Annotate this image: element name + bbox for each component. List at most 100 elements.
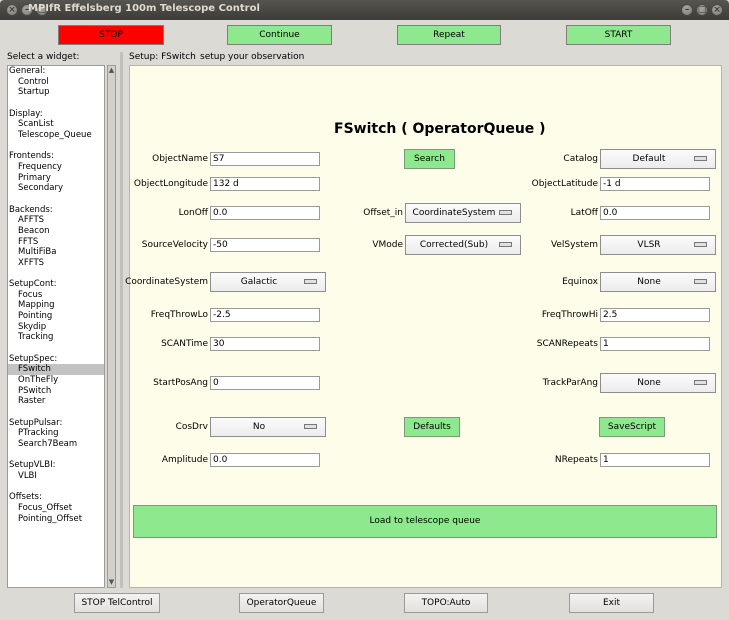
close-icon[interactable]: × bbox=[6, 4, 18, 16]
option-menu-indicator-icon bbox=[694, 380, 707, 385]
widget-group-header: General: bbox=[9, 66, 46, 76]
repeat-button[interactable]: Repeat bbox=[397, 25, 501, 45]
widget-list-item[interactable]: Frequency bbox=[8, 162, 104, 173]
scantime-field[interactable] bbox=[210, 337, 320, 351]
coordinate-system-select[interactable]: Galactic bbox=[210, 272, 326, 292]
minimize-icon[interactable]: – bbox=[681, 4, 693, 16]
setup-subheader: setup your observation bbox=[200, 52, 305, 62]
search-button[interactable]: Search bbox=[404, 149, 455, 169]
widget-group-header: SetupPulsar: bbox=[9, 417, 63, 428]
catalog-label: Catalog bbox=[563, 154, 598, 164]
catalog-select[interactable]: Default bbox=[600, 149, 716, 169]
widget-list-scrollbar[interactable]: ▲ ▼ bbox=[107, 65, 116, 588]
continue-button[interactable]: Continue bbox=[227, 25, 332, 45]
defaults-button[interactable]: Defaults bbox=[404, 417, 460, 437]
scroll-up-icon[interactable]: ▲ bbox=[108, 66, 115, 75]
widget-list-item[interactable]: MultiFiBa bbox=[8, 247, 104, 258]
widget-list-item[interactable]: FSwitch bbox=[8, 364, 104, 376]
maximize-icon[interactable]: □ bbox=[696, 4, 708, 16]
widget-list-item[interactable]: VLBI bbox=[8, 471, 104, 482]
object-longitude-field[interactable] bbox=[210, 177, 320, 191]
widget-list-item[interactable]: PSwitch bbox=[8, 386, 104, 397]
widget-list-item[interactable]: Startup bbox=[8, 87, 104, 98]
scanrepeats-field[interactable] bbox=[600, 337, 710, 351]
widget-group-header: SetupCont: bbox=[9, 279, 57, 290]
widget-list-item[interactable]: Control bbox=[8, 77, 104, 88]
widget-list-item[interactable]: PTracking bbox=[8, 428, 104, 439]
coordinate-system-label: CoordinateSystem bbox=[125, 277, 208, 287]
latoff-label: LatOff bbox=[570, 208, 598, 218]
operator-queue-button[interactable]: OperatorQueue bbox=[239, 593, 324, 613]
scantime-label: SCANTime bbox=[161, 339, 208, 349]
widget-list-item[interactable]: Pointing bbox=[8, 311, 104, 322]
topo-auto-button[interactable]: TOPO:Auto bbox=[404, 593, 488, 613]
widget-list-item[interactable]: ScanList bbox=[8, 119, 104, 130]
equinox-select[interactable]: None bbox=[600, 272, 716, 292]
widget-list-item[interactable]: Pointing_Offset bbox=[8, 514, 104, 525]
exit-button[interactable]: Exit bbox=[569, 593, 654, 613]
widget-list-item[interactable]: OnTheFly bbox=[8, 375, 104, 386]
offset-in-label: Offset_in bbox=[363, 208, 403, 218]
source-velocity-field[interactable] bbox=[210, 238, 320, 252]
widget-list-item[interactable]: Search7Beam bbox=[8, 439, 104, 450]
widget-list-item[interactable]: Beacon bbox=[8, 226, 104, 237]
widget-list-item[interactable]: Mapping bbox=[8, 300, 104, 311]
equinox-label: Equinox bbox=[562, 277, 598, 287]
cosdrv-select[interactable]: No bbox=[210, 417, 326, 437]
start-button[interactable]: START bbox=[566, 25, 671, 45]
widget-list-item[interactable]: AFFTS bbox=[8, 215, 104, 226]
cosdrv-value: No bbox=[252, 422, 266, 432]
object-longitude-label: ObjectLongitude bbox=[133, 179, 208, 189]
widget-group-header: Frontends: bbox=[9, 151, 54, 162]
scroll-down-icon[interactable]: ▼ bbox=[108, 578, 115, 587]
widget-list-item[interactable]: Focus_Offset bbox=[8, 503, 104, 514]
widget-group-header: SetupVLBI: bbox=[9, 460, 56, 471]
form-title: FSwitch ( OperatorQueue ) bbox=[334, 121, 546, 137]
object-latitude-field[interactable] bbox=[600, 177, 710, 191]
object-name-label: ObjectName bbox=[152, 154, 208, 164]
latoff-field[interactable] bbox=[600, 206, 710, 220]
savescript-button[interactable]: SaveScript bbox=[599, 417, 665, 437]
setup-header: Setup: FSwitch bbox=[129, 52, 196, 62]
object-name-field[interactable] bbox=[210, 152, 320, 166]
widget-group-header: Offsets: bbox=[9, 492, 42, 503]
lonoff-field[interactable] bbox=[210, 206, 320, 220]
window-title: MPIfR Effelsberg 100m Telescope Control bbox=[28, 3, 260, 14]
stop-button[interactable]: STOP bbox=[58, 25, 164, 45]
option-menu-indicator-icon bbox=[304, 424, 317, 429]
vmode-select[interactable]: Corrected(Sub) bbox=[405, 235, 521, 255]
lonoff-label: LonOff bbox=[178, 208, 208, 218]
widget-group-header: Backends: bbox=[9, 204, 53, 215]
velsystem-label: VelSystem bbox=[550, 240, 598, 250]
widget-list-item[interactable]: Skydip bbox=[8, 322, 104, 333]
freqthrowlo-field[interactable] bbox=[210, 308, 320, 322]
velsystem-select[interactable]: VLSR bbox=[600, 235, 716, 255]
option-menu-indicator-icon bbox=[304, 279, 317, 284]
widget-list: General: Control Startup Display: ScanList Te… bbox=[7, 65, 105, 588]
freqthrowhi-field[interactable] bbox=[600, 308, 710, 322]
offset-in-select[interactable]: CoordinateSystem bbox=[405, 203, 521, 223]
widget-list-item[interactable]: XFFTS bbox=[8, 258, 104, 269]
close-icon[interactable]: × bbox=[711, 4, 723, 16]
load-to-queue-button[interactable]: Load to telescope queue bbox=[133, 505, 717, 538]
object-latitude-label: ObjectLatitude bbox=[531, 179, 598, 189]
widget-list-item[interactable]: Focus bbox=[8, 290, 104, 301]
trackparang-value: None bbox=[637, 378, 661, 388]
widget-list-item[interactable]: Telescope_Queue bbox=[8, 130, 104, 141]
widget-list-item[interactable]: Primary bbox=[8, 173, 104, 184]
trackparang-select[interactable]: None bbox=[600, 373, 716, 393]
nrepeats-label: NRepeats bbox=[554, 455, 598, 465]
amplitude-field[interactable] bbox=[210, 453, 320, 467]
widget-list-item[interactable]: Tracking bbox=[8, 332, 104, 343]
pane-separator[interactable] bbox=[120, 52, 123, 588]
freqthrowhi-label: FreqThrowHi bbox=[541, 310, 598, 320]
stop-telcontrol-button[interactable]: STOP TelControl bbox=[74, 593, 160, 613]
widget-list-item[interactable]: FFTS bbox=[8, 237, 104, 248]
widget-list-item[interactable]: Raster bbox=[8, 396, 104, 407]
nrepeats-field[interactable] bbox=[600, 453, 710, 467]
startposang-field[interactable] bbox=[210, 376, 320, 390]
widget-list-item[interactable]: Secondary bbox=[8, 183, 104, 194]
